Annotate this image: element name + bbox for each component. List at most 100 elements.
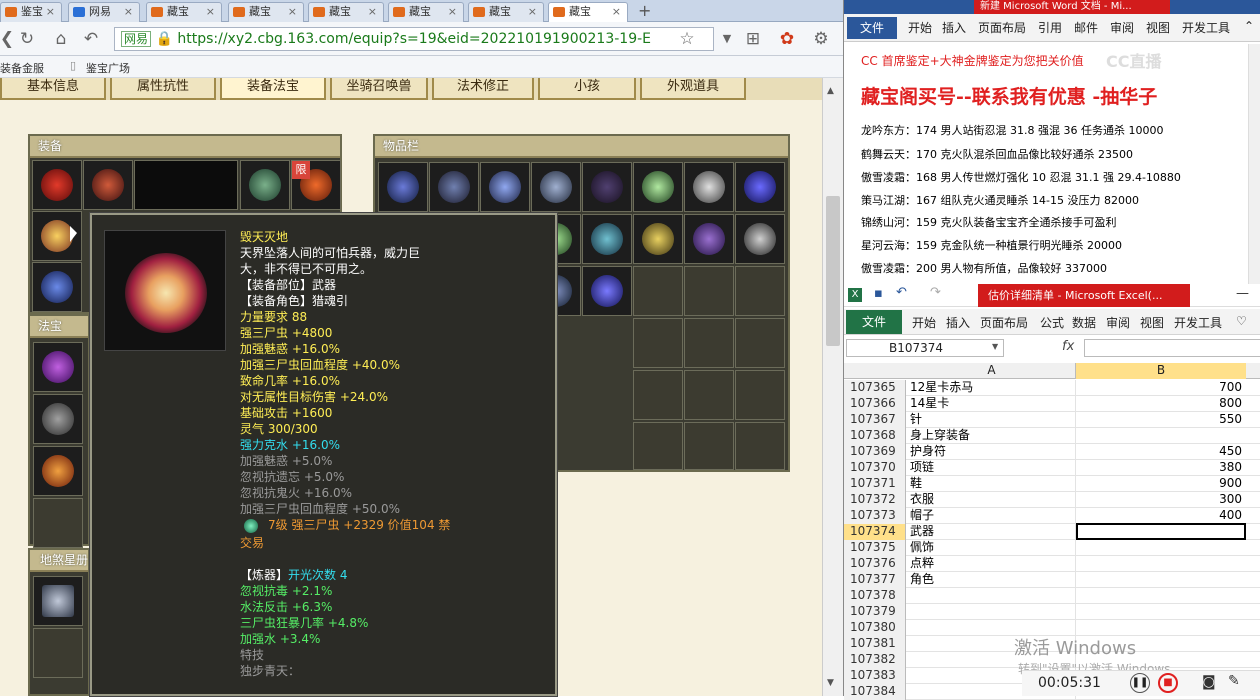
address-bar[interactable]: 网易 🔒 https://xy2.cbg.163.com/equip?s=19&…	[114, 27, 714, 51]
cell-a[interactable]: 项链	[908, 460, 1076, 476]
row-number[interactable]: 107374	[844, 524, 906, 540]
browser-tab-active[interactable]: 藏宝 ×	[548, 2, 628, 22]
close-icon[interactable]: ×	[288, 3, 297, 21]
cell-a[interactable]	[908, 604, 1076, 620]
ribbon-tab[interactable]: 审阅	[1106, 314, 1130, 331]
cell-a[interactable]: 身上穿装备	[908, 428, 1076, 444]
row-number[interactable]: 107372	[844, 492, 906, 508]
cell-a[interactable]: 护身符	[908, 444, 1076, 460]
close-icon[interactable]: ×	[612, 3, 621, 21]
tools-icon[interactable]: ⚙	[810, 28, 832, 50]
fabao-slot[interactable]	[33, 394, 83, 444]
inventory-slot[interactable]	[735, 162, 785, 212]
close-icon[interactable]: ×	[124, 3, 133, 21]
file-tab[interactable]: 文件	[846, 310, 902, 334]
ribbon-tab[interactable]: 页面布局	[978, 19, 1026, 36]
ribbon-tab[interactable]: 开始	[912, 314, 936, 331]
ribbon-tab[interactable]: 数据	[1072, 314, 1096, 331]
fabao-slot[interactable]	[33, 342, 83, 392]
row-number[interactable]: 107375	[844, 540, 906, 556]
inventory-slot-empty[interactable]	[684, 266, 734, 316]
fabao-slot-empty[interactable]	[33, 498, 83, 548]
inventory-slot[interactable]	[429, 162, 479, 212]
cell-a[interactable]: 衣服	[908, 492, 1076, 508]
bookmark-item[interactable]: 鉴宝广场	[86, 60, 130, 76]
row-number[interactable]: 107378	[844, 588, 906, 604]
column-header-b[interactable]: B	[1076, 363, 1246, 379]
cell-b[interactable]	[1076, 540, 1246, 556]
ribbon-tab[interactable]: 引用	[1038, 19, 1062, 36]
cell-b[interactable]: 400	[1076, 508, 1246, 524]
minimize-icon[interactable]: —	[1236, 286, 1249, 301]
inventory-slot-empty[interactable]	[684, 318, 734, 368]
row-number[interactable]: 107365	[844, 380, 906, 396]
cell-b[interactable]: 700	[1076, 380, 1246, 396]
camera-icon[interactable]: ◙	[1202, 674, 1216, 690]
equip-slot-necklace[interactable]	[240, 160, 290, 210]
row-number[interactable]: 107367	[844, 412, 906, 428]
redo-icon[interactable]: ↷	[930, 285, 941, 300]
function-icon[interactable]: fx	[1062, 339, 1074, 354]
inventory-slot[interactable]	[735, 214, 785, 264]
tab-mounts[interactable]: 坐骑召唤兽	[330, 78, 428, 100]
equip-slot-shoes[interactable]	[32, 262, 82, 312]
tab-appearance[interactable]: 外观道具	[640, 78, 746, 100]
browser-tab[interactable]: 鉴宝 ×	[0, 2, 62, 22]
page-scrollbar[interactable]: ▲ ▼	[822, 78, 843, 696]
row-number[interactable]: 107368	[844, 428, 906, 444]
cell-b[interactable]: 800	[1076, 396, 1246, 412]
ribbon-tab[interactable]: 页面布局	[980, 314, 1028, 331]
inventory-slot-empty[interactable]	[633, 318, 683, 368]
inventory-slot-empty[interactable]	[735, 266, 785, 316]
equip-slot-helmet[interactable]	[83, 160, 133, 210]
pause-icon[interactable]: ❚❚	[1130, 673, 1150, 693]
cell-b[interactable]	[1076, 428, 1246, 444]
inventory-slot-empty[interactable]	[633, 422, 683, 470]
close-icon[interactable]: ×	[368, 3, 377, 21]
tab-equipment[interactable]: 装备法宝	[220, 78, 326, 100]
row-number[interactable]: 107366	[844, 396, 906, 412]
undo-close-icon[interactable]: ↶	[80, 28, 102, 50]
ribbon-tab[interactable]: 视图	[1146, 19, 1170, 36]
fabao-slot[interactable]	[33, 446, 83, 496]
tab-basic-info[interactable]: 基本信息	[0, 78, 106, 100]
scroll-down-icon[interactable]: ▼	[827, 678, 834, 688]
row-number[interactable]: 107373	[844, 508, 906, 524]
browser-tab[interactable]: 藏宝 ×	[228, 2, 304, 22]
inventory-slot[interactable]	[582, 162, 632, 212]
cell-b[interactable]: 300	[1076, 492, 1246, 508]
ribbon-collapse-icon[interactable]: ⌃	[1244, 19, 1254, 33]
tab-child[interactable]: 小孩	[538, 78, 636, 100]
browser-tab[interactable]: 藏宝 ×	[308, 2, 384, 22]
inventory-slot-empty[interactable]	[633, 266, 683, 316]
row-number[interactable]: 107382	[844, 652, 906, 668]
inventory-slot[interactable]	[378, 162, 428, 212]
new-tab-button[interactable]: +	[638, 1, 651, 20]
cell-a[interactable]: 帽子	[908, 508, 1076, 524]
row-number[interactable]: 107376	[844, 556, 906, 572]
ribbon-tab[interactable]: 邮件	[1074, 19, 1098, 36]
diqi-slot[interactable]	[33, 576, 83, 626]
column-header-a[interactable]: A	[908, 363, 1076, 379]
inventory-slot[interactable]	[633, 214, 683, 264]
cell-b[interactable]: 380	[1076, 460, 1246, 476]
inventory-slot[interactable]	[684, 162, 734, 212]
row-number[interactable]: 107380	[844, 620, 906, 636]
grid-icon[interactable]: ⊞	[742, 28, 764, 50]
tab-attributes[interactable]: 属性抗性	[110, 78, 216, 100]
ribbon-tab[interactable]: 插入	[942, 19, 966, 36]
cell-b[interactable]	[1076, 556, 1246, 572]
inventory-slot[interactable]	[633, 162, 683, 212]
word-scrollbar[interactable]	[1248, 44, 1260, 284]
row-number[interactable]: 107371	[844, 476, 906, 492]
row-number[interactable]: 107383	[844, 668, 906, 684]
ribbon-tab[interactable]: 插入	[946, 314, 970, 331]
ribbon-tab[interactable]: 公式	[1040, 314, 1064, 331]
undo-icon[interactable]: ↶	[896, 285, 907, 300]
equip-slot-charm[interactable]: 限	[291, 160, 341, 210]
row-number[interactable]: 107377	[844, 572, 906, 588]
cell-b[interactable]	[1076, 572, 1246, 588]
cell-b[interactable]	[1076, 604, 1246, 620]
cell-a[interactable]: 12星卡赤马	[908, 380, 1076, 396]
help-icon[interactable]: ♡	[1236, 314, 1247, 328]
